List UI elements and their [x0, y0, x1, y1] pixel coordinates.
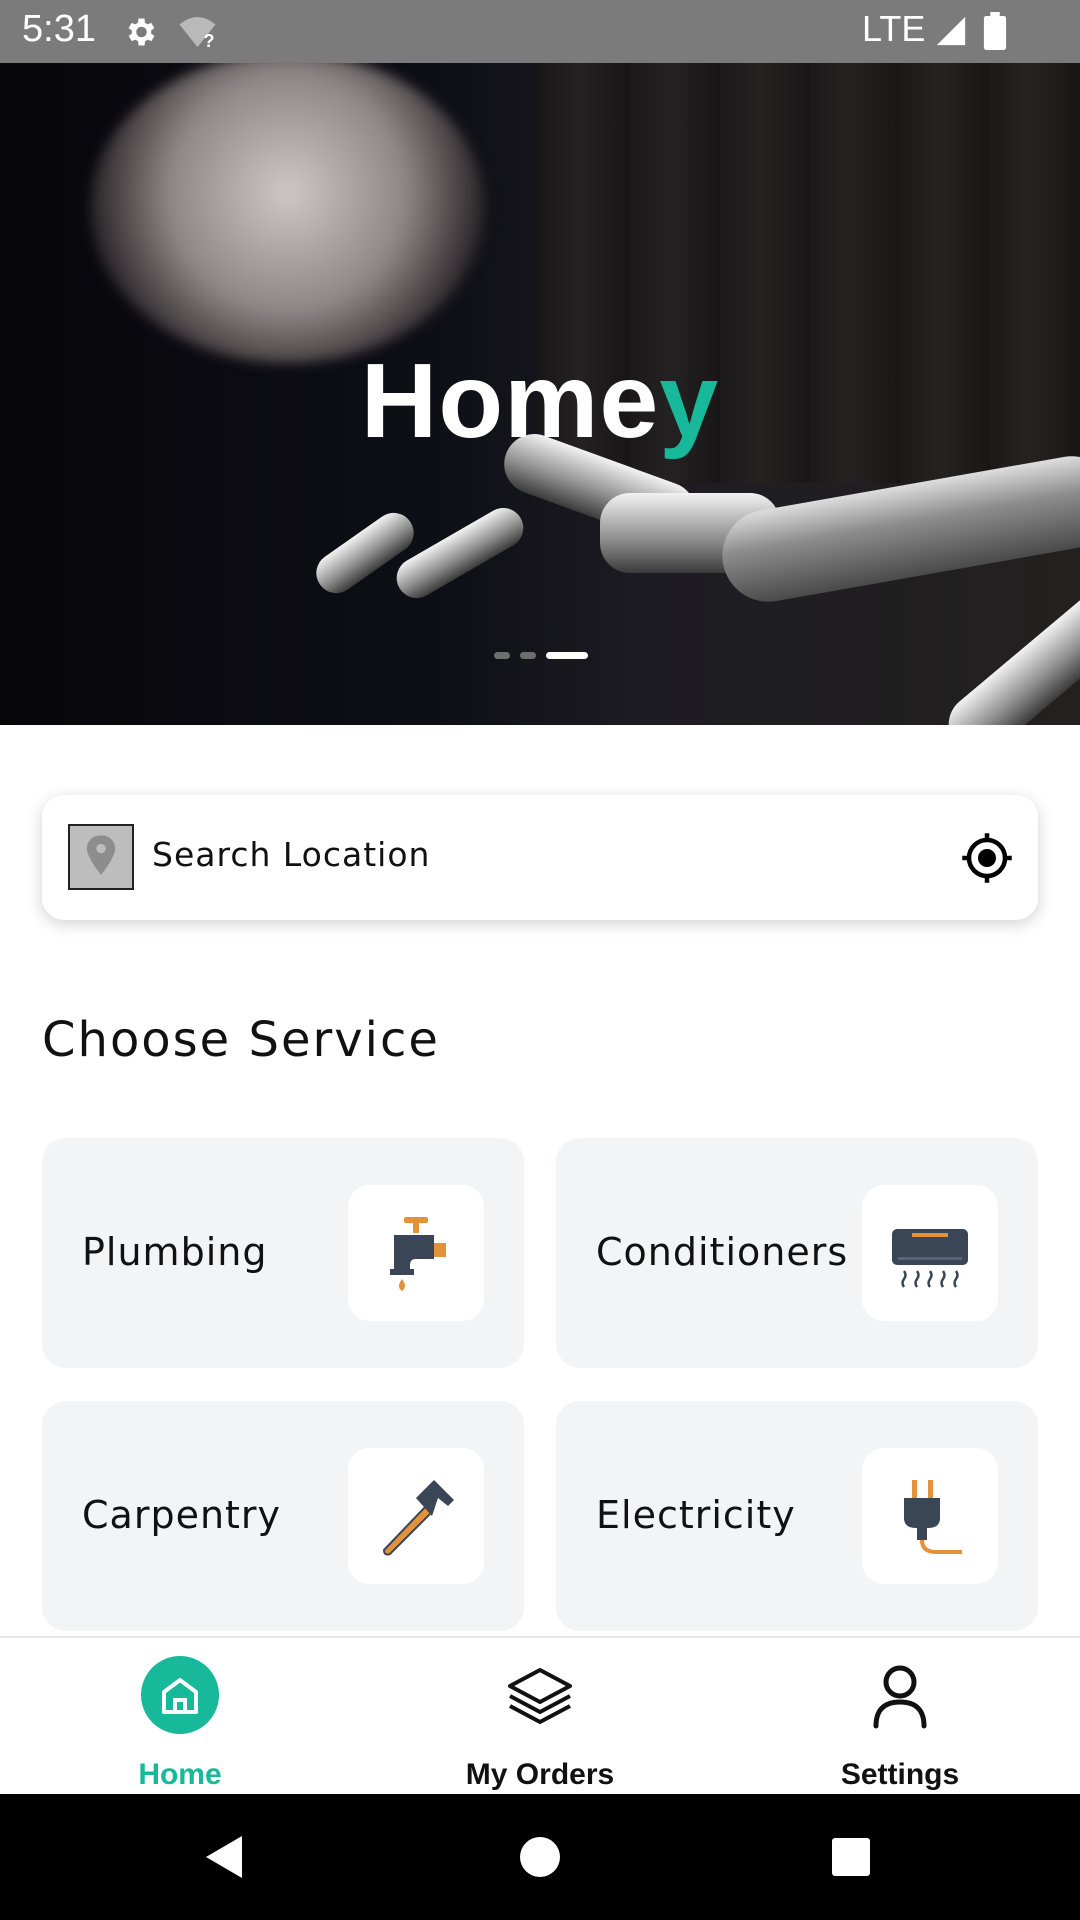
nav-label: Settings — [840, 1758, 960, 1791]
status-bar: 5:31 ? LTE — [0, 0, 1080, 63]
status-time: 5:31 — [22, 8, 96, 50]
hammer-icon — [382, 1480, 454, 1556]
hero-bg-blur — [90, 63, 485, 363]
carousel-dot-active[interactable] — [546, 651, 588, 659]
service-card-electricity[interactable]: Electricity — [556, 1401, 1038, 1631]
back-icon[interactable] — [200, 1832, 250, 1882]
battery-icon — [983, 12, 1007, 50]
faucet-icon — [390, 1217, 446, 1291]
bottom-navigation: Home My Orders Settings — [0, 1636, 1080, 1794]
service-label: Conditioners — [596, 1230, 849, 1274]
hero-pipe — [936, 579, 1080, 725]
location-pin-icon — [68, 824, 134, 890]
network-type: LTE — [862, 8, 926, 49]
hero-faucet — [389, 500, 531, 606]
carousel-dot[interactable] — [494, 651, 510, 659]
service-icon-box — [862, 1185, 998, 1321]
search-input[interactable]: Search Location — [152, 835, 430, 874]
home-circle-icon[interactable] — [515, 1832, 565, 1882]
nav-label: Home — [138, 1758, 222, 1791]
service-card-conditioners[interactable]: Conditioners — [556, 1138, 1038, 1368]
signal-icon — [936, 16, 966, 46]
carousel-dot[interactable] — [520, 651, 536, 659]
nav-home[interactable]: Home — [0, 1638, 360, 1796]
service-label: Carpentry — [82, 1493, 282, 1537]
service-icon-box — [348, 1448, 484, 1584]
recents-icon[interactable] — [826, 1832, 876, 1882]
air-conditioner-icon — [892, 1229, 968, 1288]
home-icon — [162, 1678, 198, 1714]
app-title-main: Home — [360, 342, 660, 460]
section-title: Choose Service — [42, 1012, 440, 1068]
plug-icon — [904, 1480, 962, 1554]
layers-icon — [508, 1668, 572, 1724]
svg-text:?: ? — [204, 31, 215, 50]
app-title: Homey — [0, 341, 1080, 462]
carousel-indicator — [494, 651, 588, 659]
nav-settings[interactable]: Settings — [720, 1638, 1080, 1796]
nav-my-orders[interactable]: My Orders — [360, 1638, 720, 1796]
wifi-question-icon: ? — [179, 17, 216, 50]
nav-label: My Orders — [465, 1758, 615, 1791]
search-location-field[interactable]: Search Location — [42, 795, 1038, 920]
gps-target-icon[interactable] — [960, 831, 1014, 885]
service-label: Electricity — [596, 1493, 796, 1537]
system-navigation-bar — [0, 1794, 1080, 1920]
service-card-carpentry[interactable]: Carpentry — [42, 1401, 524, 1631]
service-card-plumbing[interactable]: Plumbing — [42, 1138, 524, 1368]
hero-banner[interactable]: Homey — [0, 63, 1080, 725]
user-icon — [873, 1665, 927, 1729]
gear-icon — [128, 18, 155, 46]
service-icon-box — [862, 1448, 998, 1584]
service-label: Plumbing — [82, 1230, 268, 1274]
service-icon-box — [348, 1185, 484, 1321]
app-title-accent: y — [659, 342, 720, 460]
